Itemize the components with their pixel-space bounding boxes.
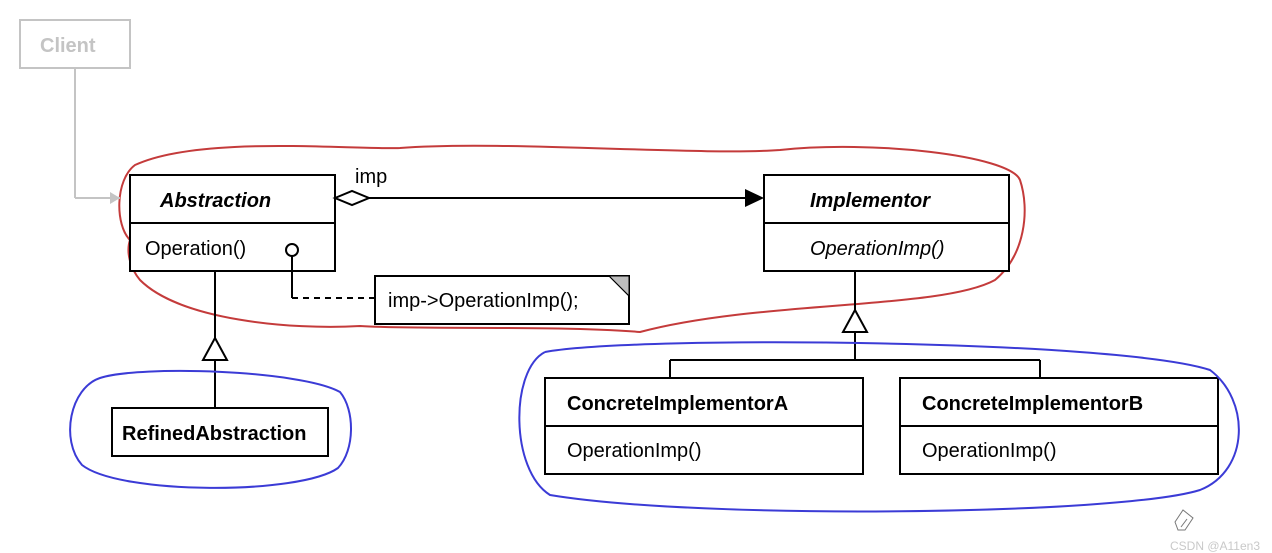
concrete-a-title: ConcreteImplementorA	[567, 393, 788, 415]
concrete-b-title: ConcreteImplementorB	[922, 393, 1143, 415]
imp-association: imp	[335, 166, 764, 207]
refined-title: RefinedAbstraction	[122, 423, 306, 445]
watermark-text: CSDN @A11en3	[1170, 539, 1260, 553]
concrete-b-class: ConcreteImplementorB OperationImp()	[900, 378, 1218, 474]
imp-label: imp	[355, 166, 387, 188]
implementor-class: Implementor OperationImp()	[764, 175, 1009, 271]
concrete-a-method: OperationImp()	[567, 440, 702, 462]
abstraction-class: Abstraction Operation()	[130, 175, 375, 298]
abstraction-title: Abstraction	[159, 190, 271, 212]
implementor-method: OperationImp()	[810, 238, 945, 260]
implementor-inheritance	[670, 271, 1040, 378]
pen-nib-icon	[1175, 510, 1193, 530]
diamond-icon	[335, 191, 369, 205]
abstraction-inheritance	[203, 271, 227, 408]
triangle-icon	[203, 338, 227, 360]
triangle-icon	[843, 310, 867, 332]
concrete-b-method: OperationImp()	[922, 440, 1057, 462]
arrowhead-icon	[745, 189, 764, 207]
note-box: imp->OperationImp();	[375, 276, 629, 324]
client-title: Client	[40, 35, 96, 57]
uml-diagram: Client Abstraction Operation() imp Imple…	[0, 0, 1272, 553]
note-text: imp->OperationImp();	[388, 290, 579, 312]
client-class: Client	[20, 20, 130, 204]
abstraction-method: Operation()	[145, 238, 246, 260]
concrete-a-class: ConcreteImplementorA OperationImp()	[545, 378, 863, 474]
refined-abstraction-class: RefinedAbstraction	[112, 408, 328, 456]
implementor-title: Implementor	[810, 190, 931, 212]
